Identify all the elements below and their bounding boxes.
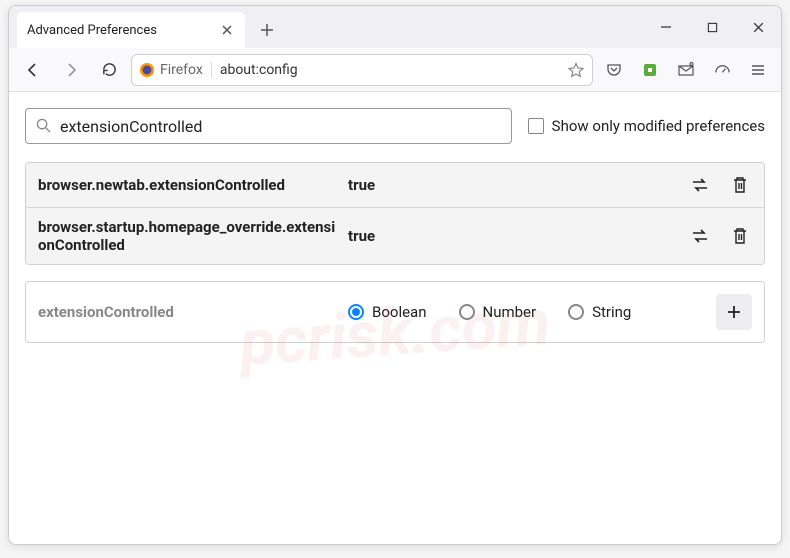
mail-icon[interactable] <box>671 55 701 85</box>
checkbox-icon <box>528 118 544 134</box>
type-label: String <box>592 303 631 321</box>
type-label: Boolean <box>372 303 427 321</box>
radio-icon <box>459 304 475 320</box>
toolbar: Firefox about:config <box>9 48 781 92</box>
extension-icon[interactable] <box>635 55 665 85</box>
search-input[interactable]: extensionControlled <box>25 108 512 144</box>
preference-actions <box>688 224 752 248</box>
delete-icon[interactable] <box>728 173 752 197</box>
show-modified-label: Show only modified preferences <box>552 117 765 135</box>
url-scheme-label: Firefox <box>160 62 212 78</box>
search-icon <box>36 118 52 134</box>
add-preference-row: extensionControlled Boolean Number Strin… <box>25 281 765 343</box>
back-button[interactable] <box>17 54 49 86</box>
delete-icon[interactable] <box>728 224 752 248</box>
pocket-icon[interactable] <box>599 55 629 85</box>
menu-button[interactable] <box>743 55 773 85</box>
preference-list: browser.newtab.extensionControlled true … <box>25 162 765 265</box>
toggle-icon[interactable] <box>688 173 712 197</box>
type-boolean-radio[interactable]: Boolean <box>348 303 427 321</box>
dashboard-icon[interactable] <box>707 55 737 85</box>
type-radio-group: Boolean Number String <box>348 303 716 321</box>
active-tab[interactable]: Advanced Preferences <box>17 12 245 48</box>
tab-title: Advanced Preferences <box>27 23 219 38</box>
minimize-button[interactable] <box>643 9 689 45</box>
type-string-radio[interactable]: String <box>568 303 631 321</box>
maximize-button[interactable] <box>689 9 735 45</box>
type-number-radio[interactable]: Number <box>459 303 537 321</box>
radio-icon <box>348 304 364 320</box>
type-label: Number <box>483 303 537 321</box>
browser-window: Advanced Preferences <box>8 5 782 545</box>
titlebar: Advanced Preferences <box>9 6 781 48</box>
preference-name: browser.startup.homepage_override.extens… <box>38 218 348 254</box>
search-value: extensionControlled <box>60 117 202 136</box>
show-modified-checkbox[interactable]: Show only modified preferences <box>528 117 765 135</box>
radio-icon <box>568 304 584 320</box>
forward-button[interactable] <box>55 54 87 86</box>
preference-value: true <box>348 176 688 194</box>
add-button[interactable] <box>716 294 752 330</box>
preference-actions <box>688 173 752 197</box>
search-row: extensionControlled Show only modified p… <box>25 108 765 144</box>
preference-row: browser.newtab.extensionControlled true <box>26 163 764 208</box>
preference-value: true <box>348 227 688 245</box>
url-text: about:config <box>220 62 562 78</box>
new-preference-name: extensionControlled <box>38 303 348 321</box>
address-bar[interactable]: Firefox about:config <box>131 54 593 86</box>
window-controls <box>643 9 781 51</box>
firefox-logo-icon <box>138 61 156 79</box>
preference-name: browser.newtab.extensionControlled <box>38 176 348 194</box>
preference-row: browser.startup.homepage_override.extens… <box>26 208 764 264</box>
page-content: extensionControlled Show only modified p… <box>9 92 781 544</box>
reload-button[interactable] <box>93 54 125 86</box>
close-window-button[interactable] <box>735 9 781 45</box>
new-tab-button[interactable] <box>251 14 283 46</box>
close-tab-icon[interactable] <box>219 22 235 38</box>
toggle-icon[interactable] <box>688 224 712 248</box>
bookmark-star-icon[interactable] <box>566 60 586 80</box>
